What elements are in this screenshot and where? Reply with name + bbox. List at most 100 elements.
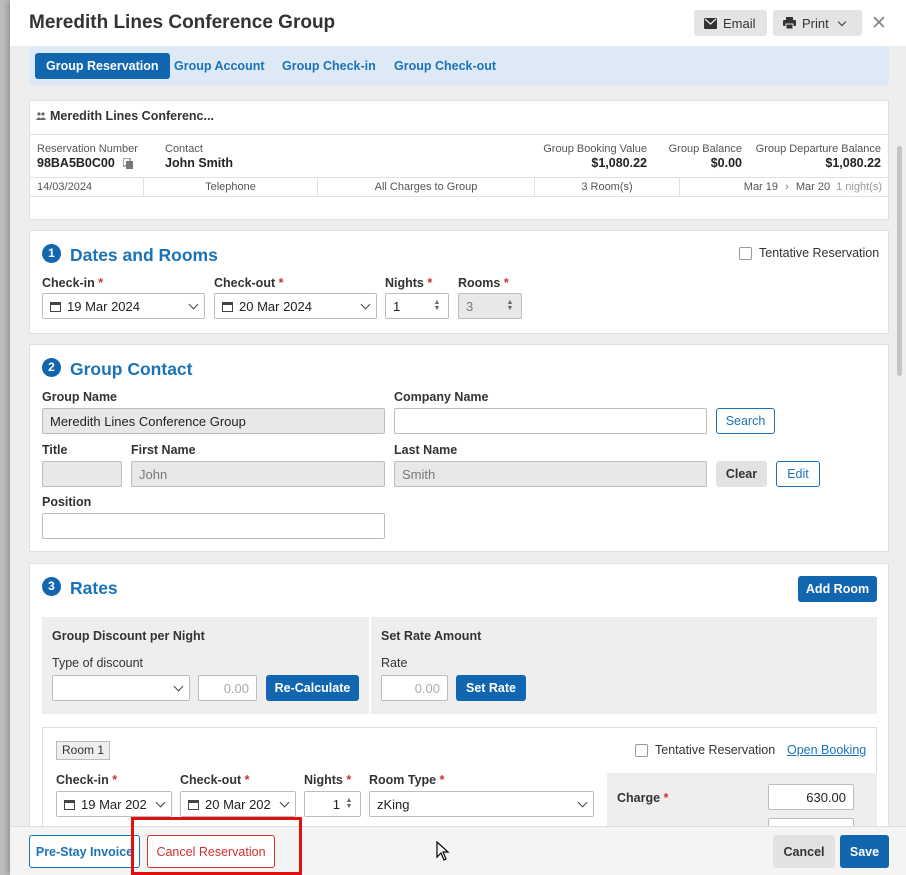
tab-group-account[interactable]: Group Account — [163, 53, 276, 79]
email-label: Email — [723, 15, 756, 31]
set-rate-title: Set Rate Amount — [381, 629, 482, 643]
modal-body[interactable]: Group Reservation Group Account Group Ch… — [10, 46, 906, 826]
position-label: Position — [42, 495, 92, 509]
chevron-down-icon — [155, 797, 166, 808]
chevron-down-icon — [837, 17, 846, 26]
save-button[interactable]: Save — [840, 835, 889, 868]
rooms-label: Rooms * — [458, 276, 509, 290]
rooms-stepper: 3 ▲ ▼ — [458, 293, 522, 319]
room-checkout-select[interactable]: 20 Mar 202 — [180, 791, 296, 817]
position-field[interactable] — [42, 513, 385, 539]
departure-balance: $1,080.22 — [825, 156, 881, 170]
booking-date: 14/03/2024 — [30, 178, 144, 196]
envelope-icon — [704, 17, 717, 29]
calendar-icon — [222, 301, 233, 312]
pre-stay-invoice-button[interactable]: Pre-Stay Invoice — [29, 835, 140, 868]
recalculate-button[interactable]: Re-Calculate — [266, 675, 359, 701]
tentative-checkbox[interactable] — [739, 247, 752, 260]
group-reservation-modal: Meredith Lines Conference Group Email Pr… — [10, 0, 906, 875]
calendar-icon — [50, 301, 61, 312]
modal-footer: Pre-Stay Invoice Cancel Reservation Canc… — [10, 817, 906, 875]
checkin-date-select[interactable]: 19 Mar 2024 — [42, 293, 205, 319]
search-button[interactable]: Search — [716, 408, 775, 434]
group-contact-section: 2 Group Contact Group Name Meredith Line… — [29, 344, 889, 552]
stay-dates: Mar 19 › Mar 20 1 night(s) — [743, 181, 882, 193]
discount-amount-field[interactable]: 0.00 — [198, 675, 257, 701]
email-button[interactable]: Email — [694, 10, 767, 36]
room-count: 3 Room(s) — [535, 178, 680, 196]
booking-value-label: Group Booking Value — [543, 143, 647, 155]
section-title: Rates — [70, 578, 118, 598]
calendar-icon — [64, 799, 75, 810]
set-rate-panel: Set Rate Amount Rate 0.00 Set Rate — [371, 617, 877, 714]
nights-label: Nights * — [385, 276, 433, 290]
copy-icon[interactable] — [123, 158, 133, 169]
tab-bar: Group Reservation Group Account Group Ch… — [29, 46, 889, 86]
scrollbar-thumb[interactable] — [897, 146, 902, 376]
charge-panel: Charge * 630.00 — [607, 773, 877, 826]
print-label: Print — [802, 15, 829, 31]
first-name-label: First Name — [131, 443, 196, 457]
summary-details-row: 14/03/2024 Telephone All Charges to Grou… — [30, 177, 888, 197]
summary-group-name: Meredith Lines Conferenc... — [36, 109, 214, 123]
printer-icon — [783, 17, 796, 29]
chevron-down-icon — [173, 681, 184, 692]
cancel-button[interactable]: Cancel — [773, 835, 835, 868]
stepper-arrows-icon[interactable]: ▲ ▼ — [344, 797, 354, 810]
charge-field[interactable]: 630.00 — [768, 784, 854, 810]
section-number: 2 — [42, 358, 61, 377]
last-name-field: Smith — [394, 461, 707, 487]
reservation-number: 98BA5B0C00 — [37, 156, 115, 170]
chevron-down-icon — [577, 797, 588, 808]
reservation-summary-card: Meredith Lines Conferenc... Reservation … — [29, 100, 889, 220]
arrow-right-icon: › — [785, 181, 789, 193]
stepper-arrows-icon[interactable]: ▲ ▼ — [432, 299, 442, 312]
discount-type-label: Type of discount — [52, 656, 144, 670]
open-booking-link[interactable]: Open Booking — [787, 743, 866, 757]
charge-field-2[interactable] — [768, 818, 854, 826]
charge-label: Charge * — [617, 791, 669, 805]
title-label: Title — [42, 443, 68, 457]
summary-divider — [30, 134, 888, 135]
room-tentative-checkbox[interactable] — [635, 744, 648, 757]
page-backdrop — [0, 0, 10, 875]
close-icon[interactable]: ✕ — [871, 12, 887, 35]
company-name-field[interactable] — [394, 408, 707, 434]
mouse-cursor-icon — [436, 841, 450, 861]
print-button[interactable]: Print — [773, 10, 862, 36]
rate-amount-field[interactable]: 0.00 — [381, 675, 448, 701]
room-nights-label: Nights * — [304, 773, 352, 787]
section-number: 3 — [42, 577, 61, 596]
first-name-field: John — [131, 461, 385, 487]
room-type-select[interactable]: zKing — [369, 791, 594, 817]
set-rate-button[interactable]: Set Rate — [456, 675, 526, 701]
room-nights-stepper[interactable]: 1 ▲ ▼ — [304, 791, 361, 817]
cancel-reservation-button[interactable]: Cancel Reservation — [147, 835, 275, 868]
checkout-date-select[interactable]: 20 Mar 2024 — [214, 293, 377, 319]
company-name-label: Company Name — [394, 390, 489, 404]
stepper-arrows-icon: ▲ ▼ — [506, 299, 514, 312]
chevron-down-icon — [360, 299, 371, 310]
discount-type-select[interactable] — [52, 675, 190, 701]
edit-button[interactable]: Edit — [776, 461, 820, 487]
charges-routing: All Charges to Group — [318, 178, 535, 196]
group-icon — [36, 112, 46, 120]
tab-group-check-in[interactable]: Group Check-in — [271, 53, 387, 79]
booking-source: Telephone — [144, 178, 318, 196]
section-number: 1 — [42, 244, 61, 263]
booking-value: $1,080.22 — [591, 156, 647, 170]
chevron-down-icon — [279, 797, 290, 808]
nights-stepper[interactable]: 1 ▲ ▼ — [385, 293, 449, 319]
rates-section: 3 Rates Add Room Group Discount per Nigh… — [29, 563, 889, 826]
tab-group-reservation[interactable]: Group Reservation — [35, 53, 170, 79]
room-checkout-label: Check-out * — [180, 773, 250, 787]
room-checkin-select[interactable]: 19 Mar 202 — [56, 791, 172, 817]
group-name-field[interactable]: Meredith Lines Conference Group — [42, 408, 385, 434]
reservation-number-label: Reservation Number — [37, 143, 138, 155]
discount-title: Group Discount per Night — [52, 629, 205, 643]
departure-balance-label: Group Departure Balance — [755, 143, 881, 155]
tab-group-check-out[interactable]: Group Check-out — [383, 53, 507, 79]
add-room-button[interactable]: Add Room — [798, 576, 877, 602]
clear-button[interactable]: Clear — [716, 461, 767, 487]
group-balance-label: Group Balance — [668, 143, 742, 155]
